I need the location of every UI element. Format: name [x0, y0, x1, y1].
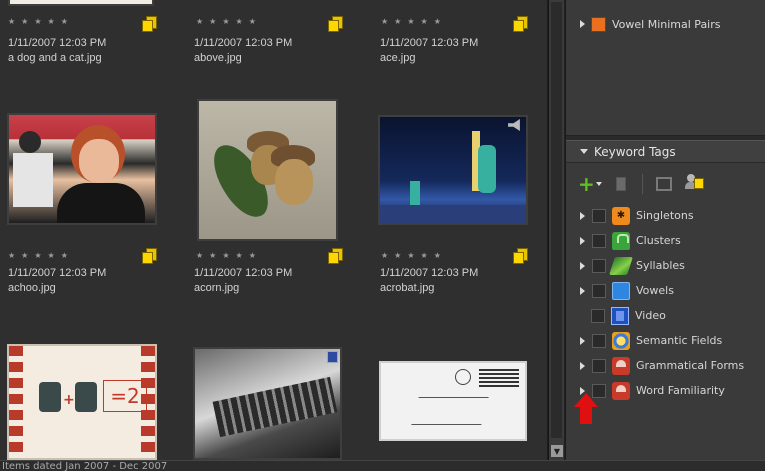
photo-date: 1/11/2007 12:03 PM: [194, 37, 293, 49]
organize-panel: Vowel Minimal Pairs Keyword Tags + ✱ Sin…: [565, 0, 765, 460]
version-set-icon[interactable]: [141, 246, 159, 264]
photo-thumbnail-acorn[interactable]: [197, 99, 338, 241]
rating-stars[interactable]: ★★★★★: [196, 251, 262, 260]
keyword-tag-semantic-fields[interactable]: Semantic Fields: [566, 328, 765, 353]
version-set-icon[interactable]: [512, 246, 530, 264]
collections-section: Vowel Minimal Pairs: [566, 0, 765, 135]
keyword-tag-singletons[interactable]: ✱ Singletons: [566, 203, 765, 228]
tag-label: Grammatical Forms: [636, 359, 745, 372]
photo-date: 1/11/2007 12:03 PM: [380, 267, 479, 279]
photo-date: 1/11/2007 12:03 PM: [194, 267, 293, 279]
keyword-tag-grammatical-forms[interactable]: Grammatical Forms: [566, 353, 765, 378]
red-arrow-annotation: [574, 393, 598, 425]
singletons-icon: ✱: [612, 206, 630, 225]
expand-arrow-icon[interactable]: [580, 286, 585, 295]
rating-stars[interactable]: ★★★★★: [381, 17, 447, 26]
photo-date: 1/11/2007 12:03 PM: [380, 37, 479, 49]
panel-title: Keyword Tags: [594, 144, 676, 159]
syllables-icon: [609, 256, 633, 275]
expand-arrow-icon[interactable]: [580, 236, 585, 245]
collection-item[interactable]: Vowel Minimal Pairs: [580, 15, 721, 33]
photo-thumbnail-typewriter[interactable]: [193, 347, 342, 460]
word-familiarity-icon: [612, 381, 630, 400]
photo-browser-grid: ★★★★★ 1/11/2007 12:03 PM a dog and a cat…: [0, 0, 548, 460]
tag-label: Video: [635, 309, 666, 322]
collapse-arrow-icon[interactable]: [580, 149, 588, 154]
photo-filename: ace.jpg: [380, 52, 416, 64]
scrollbar-thumb[interactable]: [551, 2, 562, 438]
tag-checkbox[interactable]: [592, 358, 606, 373]
photo-thumbnail-achoo[interactable]: [7, 113, 157, 225]
clusters-icon: [612, 231, 630, 250]
version-set-icon[interactable]: [141, 14, 159, 32]
vowels-icon: [612, 281, 630, 300]
expand-arrow-icon[interactable]: [580, 361, 585, 370]
expand-arrow-icon[interactable]: [580, 211, 585, 220]
photo-thumbnail[interactable]: [8, 0, 154, 6]
photo-filename: acorn.jpg: [194, 282, 240, 294]
tag-checkbox[interactable]: [592, 233, 606, 248]
collection-label: Vowel Minimal Pairs: [612, 17, 721, 31]
keyword-tag-syllables[interactable]: Syllables: [566, 253, 765, 278]
trash-icon: [616, 177, 626, 191]
people-tag-icon: [685, 173, 705, 191]
photo-thumbnail-acrobat[interactable]: [378, 115, 528, 225]
status-text: Items dated Jan 2007 - Dec 2007: [2, 461, 168, 471]
keyword-tags-header[interactable]: Keyword Tags: [566, 141, 765, 163]
tag-label: Word Familiarity: [636, 384, 725, 397]
keyword-tag-vowels[interactable]: Vowels: [566, 278, 765, 303]
grammatical-forms-icon: [612, 356, 630, 375]
photo-filename: achoo.jpg: [8, 282, 56, 294]
tag-label: Semantic Fields: [636, 334, 723, 347]
tag-label: Clusters: [636, 234, 681, 247]
toolbar-divider: [642, 174, 643, 194]
rating-stars[interactable]: ★★★★★: [381, 251, 447, 260]
tag-label: Singletons: [636, 209, 694, 222]
version-set-icon[interactable]: [327, 246, 345, 264]
semantic-fields-icon: [612, 331, 630, 350]
tag-checkbox[interactable]: [592, 333, 606, 348]
photo-thumbnail-card[interactable]: + =2: [7, 344, 157, 460]
video-file-icon: [327, 351, 338, 363]
version-set-icon[interactable]: [327, 14, 345, 32]
expand-arrow-icon[interactable]: [580, 336, 585, 345]
scroll-down-button[interactable]: ▼: [551, 445, 563, 457]
tag-label: Vowels: [636, 284, 674, 297]
rating-stars[interactable]: ★★★★★: [8, 17, 74, 26]
version-set-icon[interactable]: [512, 14, 530, 32]
video-icon: [611, 306, 629, 325]
chevron-down-icon: [596, 182, 602, 186]
photo-date: 1/11/2007 12:03 PM: [8, 267, 107, 279]
tag-checkbox[interactable]: [592, 208, 606, 223]
keyword-toolbar: +: [566, 168, 765, 200]
new-tag-button[interactable]: +: [578, 172, 602, 196]
expand-arrow-icon[interactable]: [580, 261, 585, 270]
keyword-tag-video[interactable]: Video: [566, 303, 765, 328]
plus-icon: +: [578, 172, 595, 196]
tag-checkbox[interactable]: [592, 283, 606, 298]
keyword-tag-list: ✱ Singletons Clusters Syllables Vowels V…: [566, 203, 765, 403]
status-bar: Items dated Jan 2007 - Dec 2007: [0, 460, 765, 471]
tag-label: Syllables: [636, 259, 685, 272]
grid-scrollbar[interactable]: ▼: [548, 0, 564, 460]
photo-filename: a dog and a cat.jpg: [8, 52, 102, 64]
delete-tag-button[interactable]: [610, 173, 632, 195]
pencil-icon: [656, 177, 672, 191]
tag-checkbox[interactable]: [591, 308, 605, 323]
photo-date: 1/11/2007 12:03 PM: [8, 37, 107, 49]
collection-icon: [591, 16, 606, 32]
photo-thumbnail-envelope[interactable]: [379, 361, 527, 441]
expand-arrow-icon[interactable]: [580, 20, 585, 28]
tag-checkbox[interactable]: [592, 258, 606, 273]
find-people-button[interactable]: [685, 173, 707, 195]
photo-filename: above.jpg: [194, 52, 242, 64]
photo-filename: acrobat.jpg: [380, 282, 435, 294]
audio-icon: [508, 119, 520, 131]
edit-tag-button[interactable]: [653, 173, 675, 195]
rating-stars[interactable]: ★★★★★: [8, 251, 74, 260]
rating-stars[interactable]: ★★★★★: [196, 17, 262, 26]
keyword-tag-clusters[interactable]: Clusters: [566, 228, 765, 253]
